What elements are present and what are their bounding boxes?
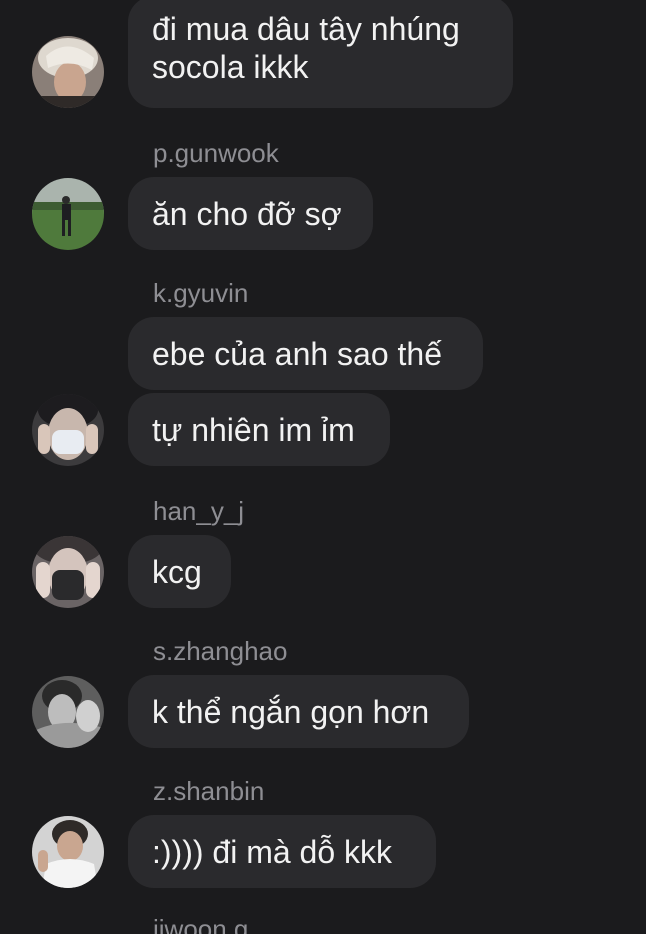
message-bubble[interactable]: đi mua dâu tây nhúng socola ikkk [128, 0, 513, 108]
avatar[interactable] [32, 178, 104, 250]
username[interactable]: s.zhanghao [153, 636, 287, 666]
message-text: tự nhiên im ỉm [152, 411, 355, 448]
message-bubble[interactable]: ebe của anh sao thế [128, 317, 483, 390]
message-text: :)))) đi mà dỗ kkk [152, 833, 393, 870]
avatar-photo-face-mask-white-icon [32, 394, 104, 466]
message-text: ebe của anh sao thế [152, 335, 443, 372]
avatar-photo-blond-hair-icon [32, 36, 104, 108]
avatar-photo-face-mask-black-icon [32, 536, 104, 608]
message-bubble[interactable]: :)))) đi mà dỗ kkk [128, 815, 436, 888]
username[interactable]: jiwoon.g [153, 914, 248, 934]
avatar[interactable] [32, 394, 104, 466]
avatar-photo-soccer-field-icon [32, 178, 104, 250]
avatar-photo-monochrome-icon [32, 676, 104, 748]
message-text: ăn cho đỡ sợ [152, 195, 342, 232]
message-text: kcg [152, 553, 202, 590]
username[interactable]: k.gyuvin [153, 278, 248, 308]
avatar[interactable] [32, 676, 104, 748]
avatar[interactable] [32, 816, 104, 888]
message-text: k thể ngắn gọn hơn [152, 693, 430, 730]
message-bubble[interactable]: ăn cho đỡ sợ [128, 177, 373, 250]
message-bubble[interactable]: tự nhiên im ỉm [128, 393, 390, 466]
avatar[interactable] [32, 536, 104, 608]
message-bubble[interactable]: kcg [128, 535, 231, 608]
avatar-photo-white-shirt-icon [32, 816, 104, 888]
message-bubble[interactable]: k thể ngắn gọn hơn [128, 675, 469, 748]
avatar[interactable] [32, 36, 104, 108]
username[interactable]: han_y_j [153, 496, 244, 526]
username[interactable]: z.shanbin [153, 776, 264, 806]
message-text: đi mua dâu tây nhúng socola ikkk [152, 11, 460, 85]
username[interactable]: p.gunwook [153, 138, 279, 168]
